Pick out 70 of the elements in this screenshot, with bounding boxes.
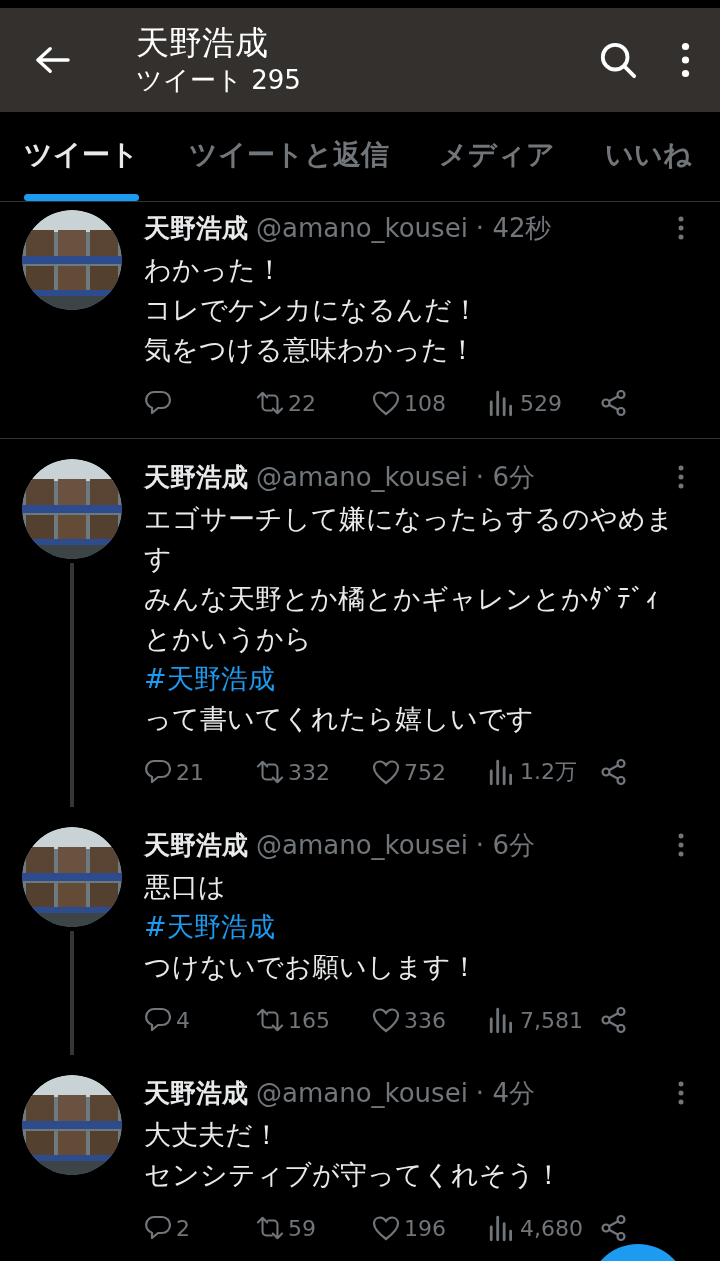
search-icon[interactable] [599, 41, 637, 79]
view-count: 7,581 [520, 1007, 583, 1033]
tweet-text: す [144, 542, 172, 576]
tweet-text: 大丈夫だ！ [144, 1118, 280, 1152]
more-menu-icon[interactable] [681, 41, 690, 79]
share-icon[interactable] [600, 1006, 628, 1034]
tweet-text: わかった！ [144, 253, 283, 287]
author-handle: @amano_kousei [256, 462, 468, 492]
like-count: 752 [404, 759, 446, 785]
retweet-count: 59 [288, 1215, 316, 1241]
like-count: 196 [404, 1215, 446, 1241]
profile-tab[interactable]: いいね [605, 112, 692, 201]
more-icon[interactable] [678, 216, 684, 240]
reply-icon[interactable] [144, 758, 172, 786]
reply-icon[interactable] [144, 1006, 172, 1034]
tweet-text: つけないでお願いします！ [144, 950, 478, 984]
tweet-time: · 6分 [475, 828, 535, 862]
profile-tab[interactable]: ツイート [24, 112, 139, 201]
like-count: 108 [404, 390, 446, 416]
like-count: 336 [404, 1007, 446, 1033]
retweet-icon[interactable] [256, 389, 284, 417]
retweet-count: 165 [288, 1007, 330, 1033]
share-icon[interactable] [600, 758, 628, 786]
hashtag-link[interactable]: #天野浩成 [144, 659, 275, 699]
tweet-count: ツイート 295 [136, 64, 302, 97]
author-name[interactable]: 天野浩成 [144, 210, 248, 246]
tweet-time: · 6分 [475, 460, 535, 494]
heart-icon[interactable] [372, 389, 400, 417]
heart-icon[interactable] [372, 758, 400, 786]
profile-tab[interactable]: ツイートと返信 [189, 112, 389, 201]
tweet-text: とかいうから [144, 622, 312, 656]
author-name[interactable]: 天野浩成 [144, 827, 248, 863]
retweet-icon[interactable] [256, 1006, 284, 1034]
more-icon[interactable] [678, 465, 684, 489]
tweet-text: 悪口は [144, 870, 226, 904]
profile-name: 天野浩成 [136, 23, 269, 63]
tweet-time: · 4分 [475, 1076, 535, 1110]
share-icon[interactable] [600, 1214, 628, 1242]
author-name[interactable]: 天野浩成 [144, 1075, 248, 1111]
tweet-text: エゴサーチして嫌になったらするのやめま [144, 502, 674, 536]
retweet-icon[interactable] [256, 1214, 284, 1242]
tweet-text: コレでケンカになるんだ！ [144, 293, 479, 327]
tweet-time: · 42秒 [475, 211, 552, 245]
retweet-count: 332 [288, 759, 330, 785]
author-handle: @amano_kousei [256, 213, 468, 243]
reply-count: 4 [176, 1007, 190, 1033]
reply-count: 2 [176, 1215, 190, 1241]
reply-count: 21 [176, 759, 204, 785]
profile-tab[interactable]: メディア [439, 112, 555, 201]
reply-icon[interactable] [144, 1214, 172, 1242]
tweet-text: って書いてくれたら嬉しいです [144, 702, 534, 736]
reply-icon[interactable] [144, 389, 172, 417]
view-count: 1.2万 [520, 758, 577, 786]
more-icon[interactable] [678, 1081, 684, 1105]
view-count: 529 [520, 390, 562, 416]
tweet-text: みんな天野とか橘とかギャレンとかﾀﾞﾃﾞｨ [144, 582, 659, 616]
retweet-count: 22 [288, 390, 316, 416]
author-handle: @amano_kousei [256, 830, 468, 860]
tweet-text: 気をつける意味わかった！ [144, 333, 476, 367]
more-icon[interactable] [678, 833, 684, 857]
heart-icon[interactable] [372, 1214, 400, 1242]
back-arrow-icon[interactable] [36, 45, 70, 75]
retweet-icon[interactable] [256, 758, 284, 786]
author-name[interactable]: 天野浩成 [144, 459, 248, 495]
tweet-text: センシティブが守ってくれそう！ [144, 1158, 562, 1192]
author-handle: @amano_kousei [256, 1078, 468, 1108]
view-count: 4,680 [520, 1215, 583, 1241]
hashtag-link[interactable]: #天野浩成 [144, 907, 275, 947]
share-icon[interactable] [600, 389, 628, 417]
heart-icon[interactable] [372, 1006, 400, 1034]
